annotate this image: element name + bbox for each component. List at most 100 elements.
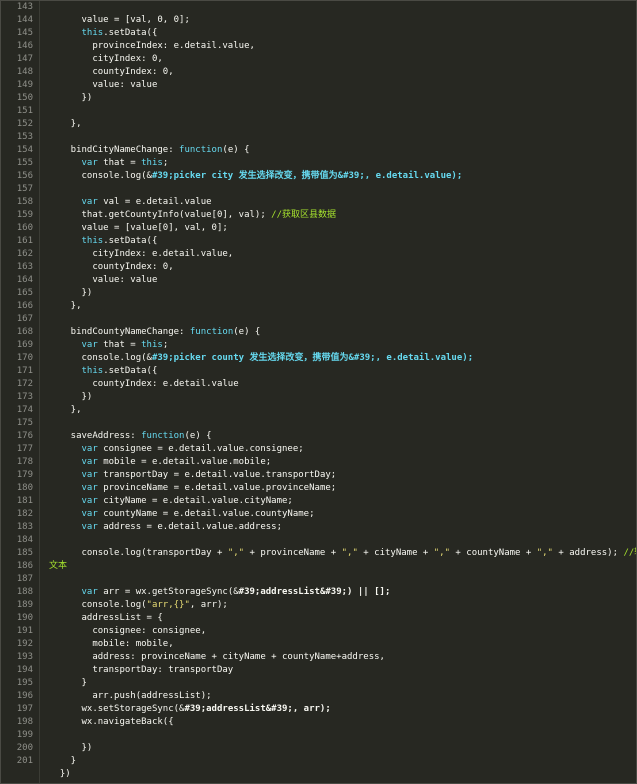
code-line[interactable]: 164 value: value <box>1 274 636 287</box>
code-token: saveAddress: <box>49 431 142 441</box>
code-line[interactable]: 167 <box>1 313 636 326</box>
code-line[interactable]: 161 this.setData({ <box>1 235 636 248</box>
code-line[interactable]: 195 } <box>1 677 636 690</box>
line-code: provinceIndex: e.detail.value, <box>49 40 255 53</box>
code-line[interactable]: 175 <box>1 417 636 430</box>
code-line[interactable]: 185 console.log(transportDay + "," + pro… <box>1 547 636 560</box>
code-token: }, <box>49 301 82 311</box>
line-code: } <box>49 677 87 690</box>
line-code: transportDay: transportDay <box>49 664 233 677</box>
code-line[interactable]: 180 var provinceName = e.detail.value.pr… <box>1 482 636 495</box>
code-line[interactable]: 149 value: value <box>1 79 636 92</box>
code-token: //获取区县数据 <box>271 210 337 220</box>
code-line[interactable]: 171 this.setData({ <box>1 365 636 378</box>
line-number: 187 <box>16 574 33 584</box>
code-token: 文本 <box>49 561 68 571</box>
line-number: 160 <box>16 223 33 233</box>
code-line[interactable]: 181 var cityName = e.detail.value.cityNa… <box>1 495 636 508</box>
code-line[interactable]: 170 console.log(&#39;picker county 发生选择改… <box>1 352 636 365</box>
code-token: val = e.detail.value <box>97 197 212 207</box>
code-line[interactable]: 179 var transportDay = e.detail.value.tr… <box>1 469 636 482</box>
code-line[interactable]: 151 <box>1 105 636 118</box>
line-number: 176 <box>16 431 33 441</box>
line-code: saveAddress: function(e) { <box>49 430 212 443</box>
code-line[interactable]: 163 countyIndex: 0, <box>1 261 636 274</box>
code-line[interactable]: 166 }, <box>1 300 636 313</box>
code-editor[interactable]: 143 144 value = [val, 0, 0]; 145 this.setD… <box>0 0 637 784</box>
code-token: value = [value[0], val, 0]; <box>49 223 228 233</box>
code-line[interactable]: 143 <box>1 1 636 14</box>
line-number: 143 <box>16 2 33 12</box>
code-line[interactable]: 183 var address = e.detail.value.address… <box>1 521 636 534</box>
line-code: value = [val, 0, 0]; <box>49 14 190 27</box>
code-token: arr.push(addressList); <box>49 691 212 701</box>
code-line[interactable]: 198 wx.navigateBack({ <box>1 716 636 729</box>
code-line[interactable]: 168 bindCountyNameChange: function(e) { <box>1 326 636 339</box>
code-line[interactable]: 176 saveAddress: function(e) { <box>1 430 636 443</box>
code-line[interactable]: 177 var consignee = e.detail.value.consi… <box>1 443 636 456</box>
code-line[interactable]: 147 cityIndex: 0, <box>1 53 636 66</box>
line-number: 175 <box>16 418 33 428</box>
code-line[interactable]: 160 value = [value[0], val, 0]; <box>1 222 636 235</box>
code-line[interactable]: 158 var val = e.detail.value <box>1 196 636 209</box>
code-line[interactable]: 146 provinceIndex: e.detail.value, <box>1 40 636 53</box>
code-line[interactable]: 191 consignee: consignee, <box>1 625 636 638</box>
code-token: wx.navigateBack({ <box>49 717 174 727</box>
code-line[interactable]: 150 }) <box>1 92 636 105</box>
code-line[interactable]: 144 value = [val, 0, 0]; <box>1 14 636 27</box>
code-token: that.getCountyInfo(value[0], val); <box>49 210 272 220</box>
code-line[interactable]: 194 transportDay: transportDay <box>1 664 636 677</box>
code-line[interactable]: 184 <box>1 534 636 547</box>
code-line[interactable]: 165 }) <box>1 287 636 300</box>
code-token: address: provinceName + cityName + count… <box>49 652 385 662</box>
code-line[interactable]: 157 <box>1 183 636 196</box>
code-line[interactable]: 186 文本 <box>1 560 636 573</box>
code-line[interactable]: 190 addressList = { <box>1 612 636 625</box>
line-number: 162 <box>16 249 33 259</box>
code-line[interactable]: }) <box>1 768 636 781</box>
code-token: "," <box>341 548 358 558</box>
code-line[interactable]: 155 var that = this; <box>1 157 636 170</box>
code-token: mobile: mobile, <box>49 639 174 649</box>
code-token: this <box>49 28 104 38</box>
code-line[interactable]: 182 var countyName = e.detail.value.coun… <box>1 508 636 521</box>
line-code: 文本 <box>49 560 67 573</box>
code-line[interactable]: 192 mobile: mobile, <box>1 638 636 651</box>
line-number: 198 <box>16 717 33 727</box>
code-line[interactable]: 178 var mobile = e.detail.value.mobile; <box>1 456 636 469</box>
code-token: consignee: consignee, <box>49 626 207 636</box>
code-line[interactable]: 187 <box>1 573 636 586</box>
code-line[interactable]: 197 wx.setStorageSync(&#39;addressList&#… <box>1 703 636 716</box>
code-line[interactable]: 159 that.getCountyInfo(value[0], val); /… <box>1 209 636 222</box>
code-line[interactable]: 173 }) <box>1 391 636 404</box>
code-line[interactable]: 189 console.log("arr,{}", arr); <box>1 599 636 612</box>
line-number: 189 <box>16 600 33 610</box>
code-line[interactable]: 174 }, <box>1 404 636 417</box>
line-number: 194 <box>16 665 33 675</box>
code-line[interactable]: 200 }) <box>1 742 636 755</box>
line-number: 172 <box>16 379 33 389</box>
code-line[interactable]: 196 arr.push(addressList); <box>1 690 636 703</box>
code-line[interactable]: 145 this.setData({ <box>1 27 636 40</box>
code-line[interactable]: 154 bindCityNameChange: function(e) { <box>1 144 636 157</box>
code-line[interactable]: 153 <box>1 131 636 144</box>
code-line[interactable]: 199 <box>1 729 636 742</box>
code-token: value: value <box>49 80 158 90</box>
code-line[interactable]: 152 }, <box>1 118 636 131</box>
code-line[interactable]: 201 } <box>1 755 636 768</box>
code-token: transportDay: transportDay <box>49 665 234 675</box>
code-line[interactable]: 172 countyIndex: e.detail.value <box>1 378 636 391</box>
code-line[interactable]: 188 var arr = wx.getStorageSync(&#39;add… <box>1 586 636 599</box>
code-line[interactable]: 169 var that = this; <box>1 339 636 352</box>
line-number: 169 <box>16 340 33 350</box>
code-token: (e) { <box>233 327 261 337</box>
line-code: bindCityNameChange: function(e) { <box>49 144 250 157</box>
line-code: var countyName = e.detail.value.countyNa… <box>49 508 315 521</box>
code-line[interactable]: 148 countyIndex: 0, <box>1 66 636 79</box>
line-number: 180 <box>16 483 33 493</box>
code-token: var <box>49 522 98 532</box>
code-line[interactable]: 162 cityIndex: e.detail.value, <box>1 248 636 261</box>
code-line[interactable]: 193 address: provinceName + cityName + c… <box>1 651 636 664</box>
code-line[interactable]: 156 console.log(&#39;picker city 发生选择改变，… <box>1 170 636 183</box>
line-number: 192 <box>16 639 33 649</box>
